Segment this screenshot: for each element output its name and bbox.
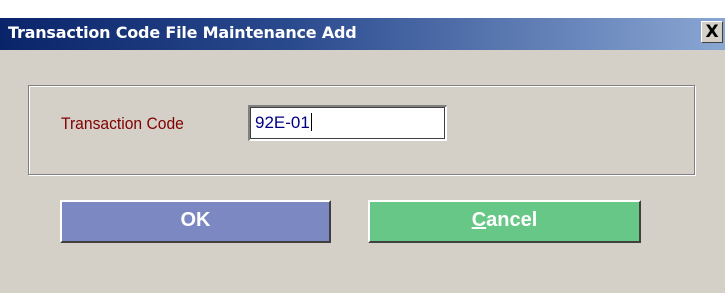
cancel-button-label: ancel <box>486 209 538 231</box>
transaction-code-label: Transaction Code <box>61 114 184 133</box>
cancel-button[interactable]: Cancel <box>368 200 641 243</box>
transaction-code-group: Transaction Code 92E-01 <box>28 85 695 175</box>
transaction-code-input[interactable]: 92E-01 <box>248 105 447 141</box>
title-bar[interactable]: Transaction Code File Maintenance Add X <box>0 18 725 50</box>
close-button[interactable]: X <box>701 21 723 43</box>
window-title: Transaction Code File Maintenance Add <box>8 23 357 42</box>
ok-button-label: OK <box>180 209 211 231</box>
transaction-code-value: 92E-01 <box>255 113 310 132</box>
cancel-mnemonic: C <box>471 209 487 231</box>
text-caret <box>310 113 312 131</box>
ok-button[interactable]: OK <box>60 200 331 243</box>
dialog-body: Transaction Code 92E-01 OK Cancel <box>0 50 725 293</box>
window-top-edge <box>0 0 725 18</box>
dialog-window: Transaction Code File Maintenance Add X … <box>0 0 725 293</box>
close-icon: X <box>705 22 719 42</box>
